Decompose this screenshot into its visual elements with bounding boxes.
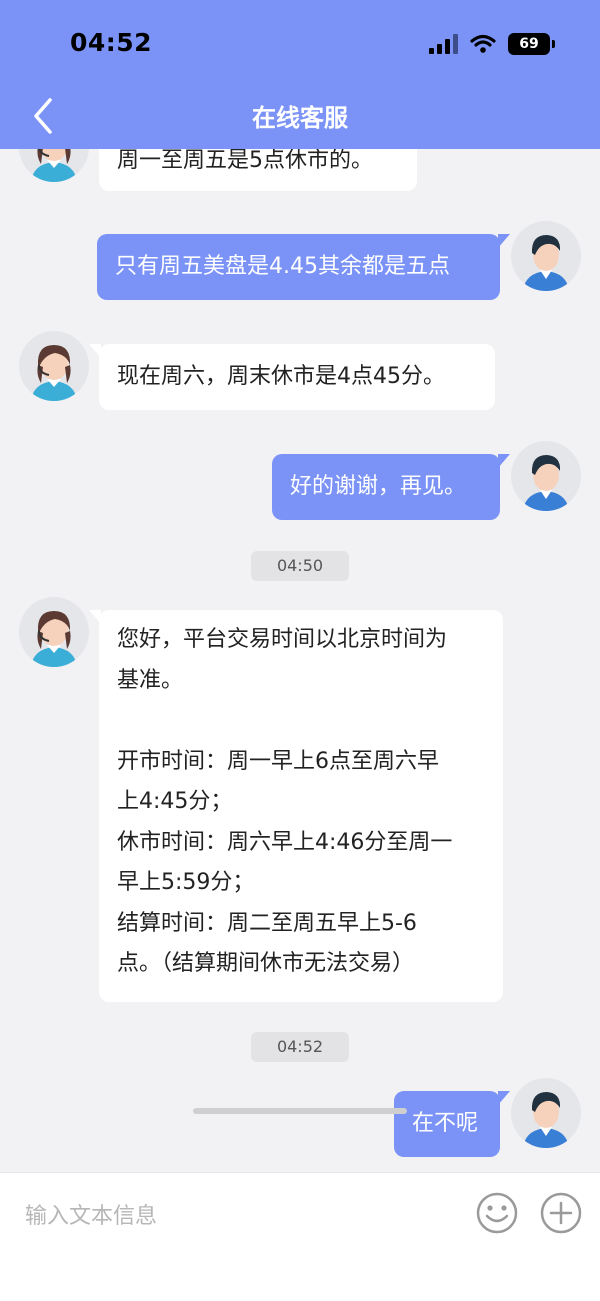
input-bar: 输入文本信息 <box>0 1172 600 1301</box>
add-icon[interactable] <box>540 1192 582 1234</box>
agent-message: 现在周六，周末休市是4点45分。 <box>89 344 495 410</box>
message-line: 上4:45分； <box>117 789 233 814</box>
message-line <box>117 701 485 742</box>
page-title: 在线客服 <box>252 104 348 132</box>
user-avatar-icon <box>523 1092 569 1148</box>
agent-avatar <box>19 597 89 667</box>
user-avatar <box>511 1078 581 1148</box>
message-line: 点。（结算期间休市无法交易） <box>117 951 415 976</box>
agent-avatar-icon <box>31 345 77 401</box>
status-icons: 69 <box>429 32 555 56</box>
message-line: 结算时间：周二至周五早上5-6 <box>117 910 417 936</box>
message-line: 开市时间：周一早上6点至周六早 <box>117 748 439 774</box>
user-message: 只有周五美盘是4.45其余都是五点 <box>97 234 510 300</box>
emoji-icon[interactable] <box>476 1192 518 1234</box>
message-input[interactable]: 输入文本信息 <box>25 1198 157 1230</box>
agent-avatar-icon <box>31 611 77 667</box>
message-line: 休市时间：周六早上4:46分至周一 <box>117 829 453 855</box>
home-indicator <box>193 1108 407 1114</box>
battery-icon: 69 <box>508 33 555 55</box>
message-line: 早上5:59分； <box>117 870 255 895</box>
status-time: 04:52 <box>70 28 153 57</box>
chat-area[interactable]: 周一至周五是5点休市的。 只有周五美盘是4.45其余都是五点 现在周六，周末休市… <box>0 0 600 1172</box>
app-header: 04:52 69 在线客服 <box>0 0 600 149</box>
user-avatar <box>511 221 581 291</box>
timestamp: 04:52 <box>251 1032 349 1062</box>
user-avatar-icon <box>523 235 569 291</box>
user-avatar-icon <box>523 455 569 511</box>
message-line: 基准。 <box>117 667 184 693</box>
user-message: 好的谢谢，再见。 <box>272 454 510 520</box>
wifi-icon <box>470 34 496 53</box>
timestamp: 04:50 <box>251 551 349 581</box>
cellular-signal-icon <box>429 34 458 54</box>
message-line: 您好，平台交易时间以北京时间为 <box>117 627 448 652</box>
user-message: 在不呢 <box>394 1091 510 1157</box>
agent-avatar <box>19 331 89 401</box>
agent-message-long: 您好，平台交易时间以北京时间为 基准。 开市时间：周一早上6点至周六早 上4:4… <box>89 610 503 1002</box>
user-avatar <box>511 441 581 511</box>
